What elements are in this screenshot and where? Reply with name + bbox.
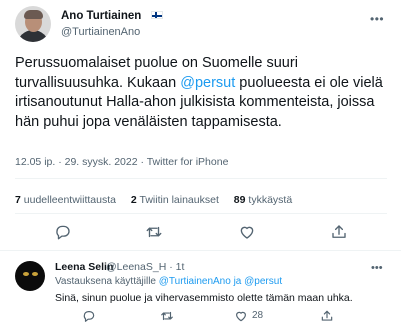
share-icon[interactable] [320,309,334,328]
heart-icon[interactable] [238,223,256,246]
replying-to-prefix: Vastauksena käyttäjille [55,276,159,287]
retweets-stat[interactable]: 7 uudelleentwiittausta [15,194,116,206]
reply-icon[interactable] [54,223,72,246]
retweet-icon[interactable] [145,223,163,246]
share-icon[interactable] [330,223,348,246]
tweet-text: Perussuomalaiset puolue on Suomelle suur… [15,54,387,132]
quotes-label: Twiitin lainaukset [139,194,219,206]
quotes-stat[interactable]: 2 Twiitin lainaukset [131,194,219,206]
tweet-detail-page: Ano Turtiainen @TurtiainenAno ••• Peruss… [0,0,401,333]
divider [15,213,387,214]
retweets-label: uudelleentwiittausta [23,194,116,206]
author-handle[interactable]: @TurtiainenAno [61,26,140,38]
stats-row: 7 uudelleentwiittausta 2 Twiitin lainauk… [15,194,304,206]
retweets-count: 7 [15,194,21,206]
retweet-icon[interactable] [160,309,174,328]
author-avatar[interactable] [15,6,51,42]
quotes-count: 2 [130,194,137,206]
reply-handle-time[interactable]: @LeenaS_H · 1t [106,261,184,273]
divider [15,178,387,179]
replying-to-users[interactable]: @TurtiainenAno ja @persut [159,276,282,287]
reply-text: Sinä, sinun puolue ja vihervasemmisto ol… [55,292,353,304]
heart-icon[interactable] [234,309,248,328]
replying-to: Vastauksena käyttäjille @TurtiainenAno j… [55,276,282,287]
reply-author-name[interactable]: Leena Selin [55,261,113,273]
reply-icon[interactable] [82,309,96,328]
action-bar [0,223,401,243]
divider [0,250,401,251]
mention-link[interactable]: @persut [180,75,235,91]
more-icon[interactable]: ••• [371,262,383,274]
finland-flag-icon [151,11,163,19]
reply-action-bar: 28 [0,309,401,325]
author-name[interactable]: Ano Turtiainen [61,10,141,22]
reply-author-avatar[interactable] [15,261,45,291]
likes-label: tykkäystä [248,194,293,206]
likes-count: 89 [233,194,246,206]
likes-stat[interactable]: 89 tykkäystä [234,194,292,206]
more-icon[interactable]: ••• [370,12,384,26]
reply-like-count: 28 [252,310,264,321]
tweet-timestamp[interactable]: 12.05 ip. · 29. syysk. 2022 · Twitter fo… [15,156,228,168]
